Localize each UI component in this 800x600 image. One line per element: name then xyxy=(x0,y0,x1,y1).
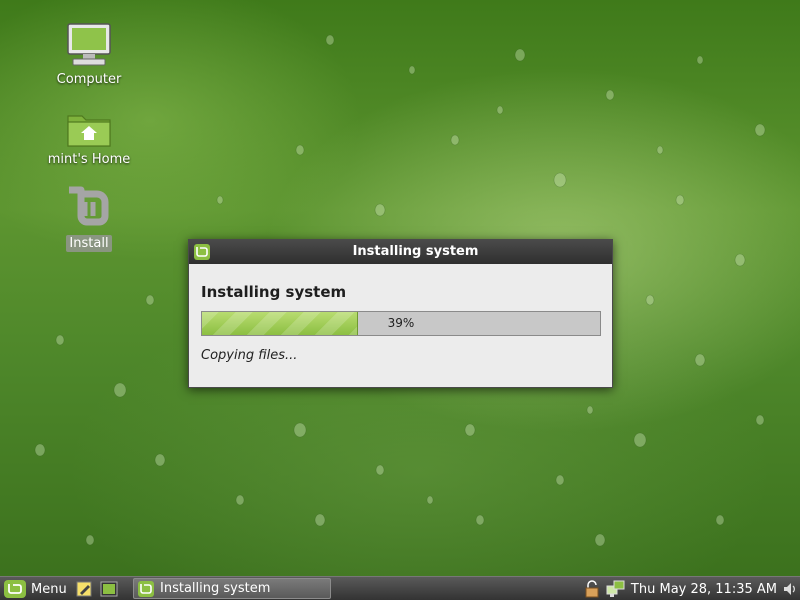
menu-button[interactable]: Menu xyxy=(4,579,67,599)
mint-installer-icon xyxy=(69,186,109,226)
menu-label: Menu xyxy=(31,581,67,597)
dialog-heading: Installing system xyxy=(201,283,347,301)
terminal-icon[interactable] xyxy=(100,580,118,598)
installer-dialog: Installing system Installing system 39% … xyxy=(188,239,613,388)
desktop-icon-install[interactable]: Install xyxy=(44,186,134,252)
desktop-icon-label: mint's Home xyxy=(47,152,131,167)
desktop-icon-computer[interactable]: Computer xyxy=(44,20,134,88)
update-manager-icon[interactable] xyxy=(583,580,601,598)
task-label: Installing system xyxy=(160,581,271,596)
mint-logo-icon xyxy=(138,580,154,597)
dialog-title: Installing system xyxy=(352,244,479,259)
network-icon[interactable] xyxy=(606,580,626,598)
mint-logo-icon xyxy=(4,580,26,598)
dialog-titlebar[interactable]: Installing system xyxy=(189,240,612,264)
desktop-icon-home[interactable]: mint's Home xyxy=(44,108,134,168)
home-folder-icon xyxy=(67,115,111,147)
taskbar: Menu Installing system Thu May 28, 11:35… xyxy=(0,576,800,600)
text-editor-icon[interactable] xyxy=(76,580,94,598)
progress-label: 39% xyxy=(387,316,415,330)
desktop-icon-label: Computer xyxy=(56,72,122,87)
desktop-icon-label: Install xyxy=(66,235,112,252)
task-button-installer[interactable]: Installing system xyxy=(133,578,331,599)
clock[interactable]: Thu May 28, 11:35 AM xyxy=(631,582,777,597)
status-text: Copying files... xyxy=(201,348,298,363)
volume-icon[interactable] xyxy=(782,581,796,597)
system-tray: Thu May 28, 11:35 AM xyxy=(583,579,796,599)
install-progress-bar: 39% xyxy=(201,311,601,336)
computer-icon xyxy=(67,23,111,66)
